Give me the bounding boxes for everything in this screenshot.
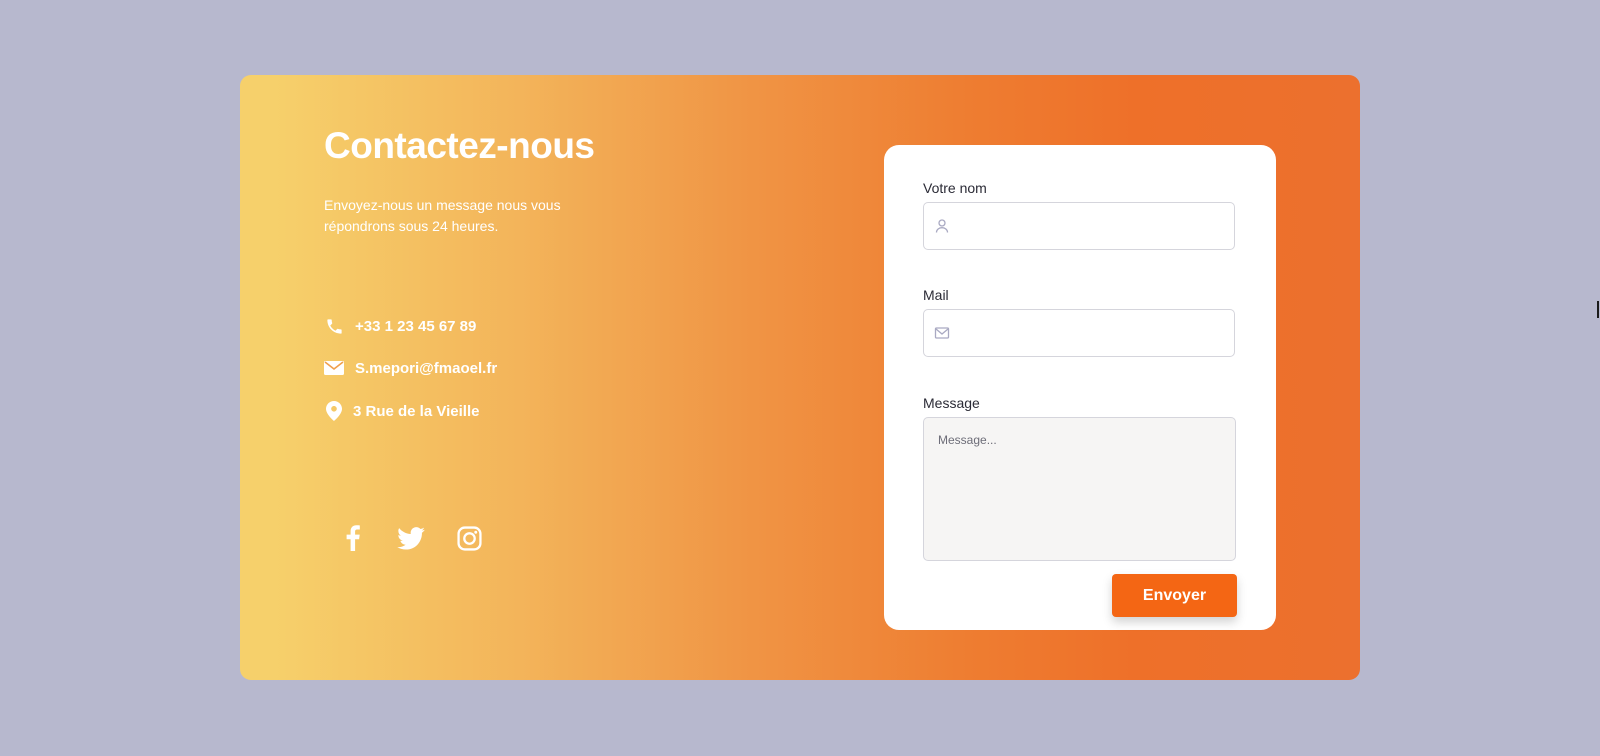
contact-card: Contactez-nous Envoyez-nous un message n… xyxy=(240,75,1360,680)
twitter-link[interactable] xyxy=(382,509,440,567)
mail-label: Mail xyxy=(923,287,949,303)
mail-icon xyxy=(324,358,344,378)
facebook-link[interactable] xyxy=(324,509,382,567)
name-field[interactable] xyxy=(923,202,1235,251)
contact-phone: +33 1 23 45 67 89 xyxy=(324,316,476,336)
contact-address: 3 Rue de la Vieille xyxy=(324,401,479,421)
phone-number: +33 1 23 45 67 89 xyxy=(355,317,477,335)
instagram-link[interactable] xyxy=(440,509,498,567)
message-textarea[interactable] xyxy=(923,417,1236,561)
contact-form: Votre nom Mail Message Envoyer xyxy=(884,145,1276,630)
envelope-icon xyxy=(934,327,950,339)
street-address: 3 Rue de la Vieille xyxy=(353,402,480,420)
social-links xyxy=(324,509,498,567)
location-pin-icon xyxy=(324,401,344,421)
page-subtitle: Envoyez-nous un message nous vous répond… xyxy=(324,197,561,234)
mail-input[interactable] xyxy=(958,310,1232,358)
name-input[interactable] xyxy=(958,203,1232,251)
user-icon xyxy=(935,219,949,233)
mail-field[interactable] xyxy=(923,309,1235,358)
facebook-icon xyxy=(346,525,360,551)
instagram-icon xyxy=(456,525,482,551)
contact-email: S.mepori@fmaoel.fr xyxy=(324,358,497,378)
name-label: Votre nom xyxy=(923,180,987,196)
send-button[interactable]: Envoyer xyxy=(1112,574,1237,617)
text-cursor xyxy=(1597,301,1599,318)
page-title: Contactez-nous xyxy=(324,125,595,166)
email-address: S.mepori@fmaoel.fr xyxy=(355,359,498,377)
message-label: Message xyxy=(923,395,980,411)
phone-icon xyxy=(324,316,344,336)
twitter-icon xyxy=(397,526,425,550)
